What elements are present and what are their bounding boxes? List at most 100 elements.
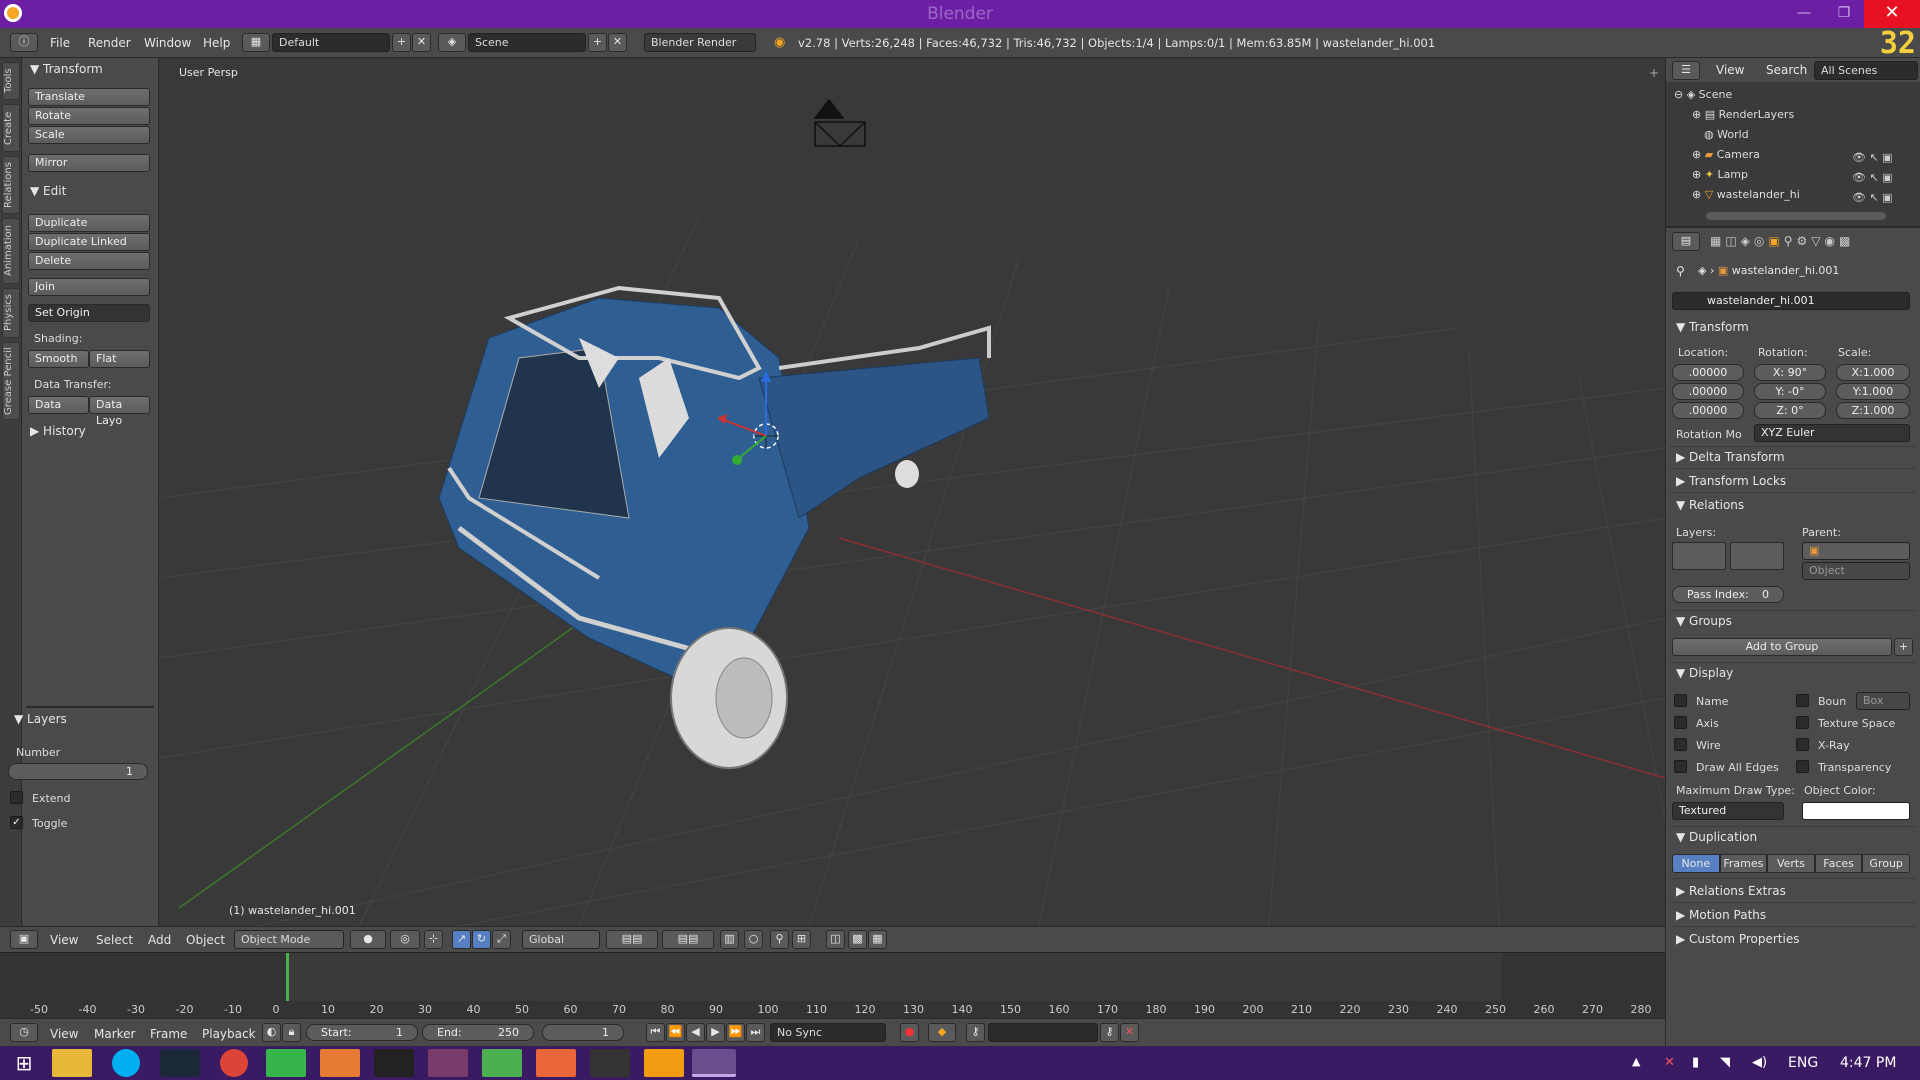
skype-icon[interactable] (112, 1049, 140, 1077)
motion-paths-header[interactable]: ▶ Motion Paths (1676, 908, 1766, 922)
location-x-field[interactable]: .00000 (1672, 364, 1744, 381)
media-app-icon[interactable] (320, 1049, 360, 1077)
layout-grid-icon[interactable]: ▦ (242, 33, 270, 52)
file-explorer-icon[interactable] (52, 1049, 92, 1077)
parent-type-select[interactable]: Object (1802, 562, 1910, 580)
start-button-icon[interactable]: ⊞ (4, 1049, 44, 1077)
translate-manipulator-icon[interactable]: ↗ (452, 930, 471, 949)
keying-set-icon[interactable]: ◆ (928, 1023, 956, 1042)
filezilla-icon[interactable] (644, 1049, 684, 1077)
network-app-icon[interactable] (536, 1049, 576, 1077)
add-group-icon[interactable]: + (1894, 638, 1913, 656)
menu-select[interactable]: Select (96, 933, 133, 947)
outliner-filter-select[interactable]: All Scenes (1814, 61, 1918, 80)
menu-view-timeline[interactable]: View (50, 1027, 78, 1041)
duplicate-linked-button[interactable]: Duplicate Linked (28, 233, 150, 251)
menu-add[interactable]: Add (148, 933, 171, 947)
display-bounds-checkbox[interactable] (1796, 694, 1809, 707)
editor-type-3d-icon[interactable]: ▣ (10, 930, 38, 949)
scene-icon[interactable]: ◈ (438, 33, 466, 52)
notepad-icon[interactable] (482, 1049, 522, 1077)
rotation-mode-select[interactable]: XYZ Euler (1754, 424, 1910, 442)
viewport-plus-icon[interactable]: + (1649, 66, 1659, 80)
scale-button[interactable]: Scale (28, 126, 150, 144)
location-y-field[interactable]: .00000 (1672, 383, 1744, 400)
outliner-menu-search[interactable]: Search (1766, 63, 1807, 77)
layout-selector[interactable]: Default (272, 33, 390, 52)
lock-layers-icon[interactable]: ▥ (720, 930, 739, 949)
location-z-field[interactable]: .00000 (1672, 402, 1744, 419)
remove-scene-icon[interactable]: ✕ (608, 33, 627, 52)
editor-type-timeline-icon[interactable]: ◷ (10, 1023, 38, 1042)
duplicate-button[interactable]: Duplicate (28, 214, 150, 232)
outliner-item-lamp[interactable]: ⊕ ✦ Lamp (1692, 168, 1748, 181)
tab-relations[interactable]: Relations (2, 156, 20, 214)
maximize-button[interactable]: ❐ (1824, 0, 1864, 28)
extend-checkbox[interactable] (10, 791, 23, 804)
keyingset-key-icon[interactable]: ⚷ (966, 1023, 985, 1042)
render-anim-icon[interactable]: ▩ (848, 930, 867, 949)
network-error-icon[interactable]: ✕ (1664, 1055, 1675, 1070)
tab-physics[interactable]: Physics (2, 288, 20, 338)
layers-panel-header[interactable]: ▼ Layers (14, 712, 67, 726)
menu-view[interactable]: View (50, 933, 78, 947)
blender-taskbar-icon[interactable] (692, 1049, 736, 1077)
steam-icon[interactable] (160, 1049, 200, 1077)
transparency-checkbox[interactable] (1796, 760, 1809, 773)
start-frame-field[interactable]: Start: 1 (306, 1024, 418, 1041)
pivot-point-icon[interactable]: ◎ (390, 930, 420, 949)
menu-frame[interactable]: Frame (150, 1027, 187, 1041)
object-name-field[interactable]: wastelander_hi.001 (1672, 292, 1910, 310)
preview-range-icon[interactable]: ◐ (262, 1023, 281, 1042)
dup-frames-tab[interactable]: Frames (1719, 854, 1768, 873)
terminal-icon[interactable] (374, 1049, 414, 1077)
jump-start-icon[interactable]: ⏮ (646, 1023, 665, 1042)
history-panel-header[interactable]: ▶ History (30, 424, 86, 438)
rotate-button[interactable]: Rotate (28, 107, 150, 125)
transform-orientation-select[interactable]: Global (522, 930, 600, 949)
outliner-item-scene[interactable]: ⊖ ◈ Scene (1674, 88, 1732, 101)
delete-keyframe-icon[interactable]: ✕ (1120, 1023, 1139, 1042)
custom-properties-header[interactable]: ▶ Custom Properties (1676, 932, 1799, 946)
rotation-y-field[interactable]: Y: -0° (1754, 383, 1826, 400)
remove-layout-icon[interactable]: ✕ (412, 33, 431, 52)
flat-button[interactable]: Flat (89, 350, 150, 368)
number-field[interactable]: 1 (8, 763, 148, 780)
battery-icon[interactable]: ▮ (1692, 1055, 1699, 1070)
outliner-item-renderlayers[interactable]: ⊕ ▤ RenderLayers (1692, 108, 1794, 121)
transform-locks-header[interactable]: ▶ Transform Locks (1676, 474, 1786, 488)
duplication-header[interactable]: ▼ Duplication (1676, 830, 1757, 844)
transform-panel-header[interactable]: ▼ Transform (30, 62, 103, 76)
jump-keyframe-back-icon[interactable]: ⏪ (666, 1023, 685, 1042)
data-layout-button[interactable]: Data Layo (89, 396, 150, 427)
outliner-menu-view[interactable]: View (1716, 63, 1744, 77)
playhead[interactable] (286, 953, 289, 1001)
editor-type-properties-icon[interactable]: ▤ (1672, 232, 1700, 251)
dup-faces-tab[interactable]: Faces (1814, 854, 1863, 873)
rotate-manipulator-icon[interactable]: ↻ (472, 930, 491, 949)
pin-icon[interactable]: ⚲ (1676, 264, 1685, 278)
mirror-button[interactable]: Mirror (28, 154, 150, 172)
snap-toggle-icon[interactable]: ⚲ (770, 930, 789, 949)
transform-section-header[interactable]: ▼ Transform (1676, 320, 1749, 334)
translate-button[interactable]: Translate (28, 88, 150, 106)
language-indicator[interactable]: ENG (1788, 1055, 1818, 1071)
object-color-swatch[interactable] (1802, 802, 1910, 820)
rotation-z-field[interactable]: Z: 0° (1754, 402, 1826, 419)
chrome-icon[interactable] (220, 1049, 248, 1077)
editor-type-info-icon[interactable]: ⓘ (10, 33, 38, 52)
relations-extras-header[interactable]: ▶ Relations Extras (1676, 884, 1786, 898)
display-wire-checkbox[interactable] (1674, 738, 1687, 751)
menu-object[interactable]: Object (186, 933, 225, 947)
tab-animation[interactable]: Animation (2, 218, 20, 284)
end-frame-field[interactable]: End: 250 (422, 1024, 534, 1041)
dup-none-tab[interactable]: None (1672, 854, 1720, 873)
parent-field[interactable]: ▣ (1802, 542, 1910, 560)
menu-playback[interactable]: Playback (202, 1027, 256, 1041)
outliner-scrollbar[interactable] (1706, 212, 1886, 220)
layer-buttons-b[interactable]: ▤▤ (662, 930, 714, 949)
layer-buttons-a[interactable]: ▤▤ (606, 930, 658, 949)
delete-button[interactable]: Delete (28, 252, 150, 270)
display-header[interactable]: ▼ Display (1676, 666, 1733, 680)
edit-panel-header[interactable]: ▼ Edit (30, 184, 66, 198)
